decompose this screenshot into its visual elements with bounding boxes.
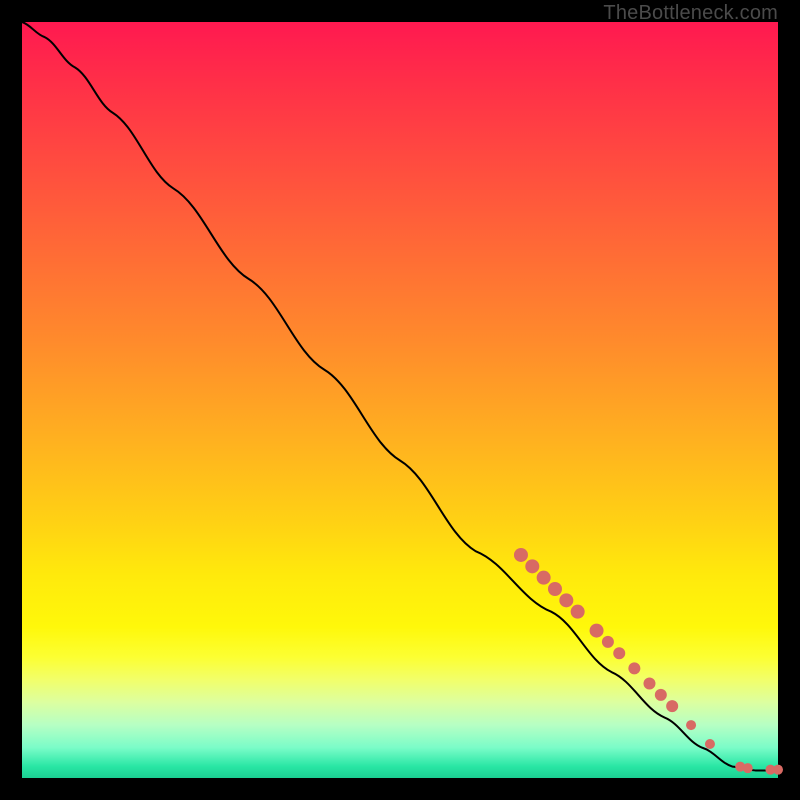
sample-dot (743, 763, 753, 773)
sample-dot (548, 582, 562, 596)
sample-dot (514, 548, 528, 562)
sample-dot (655, 689, 667, 701)
sample-dot (686, 720, 696, 730)
sample-dot (705, 739, 715, 749)
sample-dot (643, 678, 655, 690)
bottleneck-curve (22, 22, 778, 770)
sample-dot (537, 571, 551, 585)
sample-dots (514, 548, 783, 775)
sample-dot (571, 605, 585, 619)
chart-frame: TheBottleneck.com (0, 0, 800, 800)
sample-dot (525, 559, 539, 573)
sample-dot (666, 700, 678, 712)
sample-dot (590, 624, 604, 638)
sample-dot (602, 636, 614, 648)
sample-dot (559, 593, 573, 607)
plot-area (22, 22, 778, 778)
chart-svg (22, 22, 778, 778)
sample-dot (628, 662, 640, 674)
sample-dot (613, 647, 625, 659)
sample-dot (773, 765, 783, 775)
